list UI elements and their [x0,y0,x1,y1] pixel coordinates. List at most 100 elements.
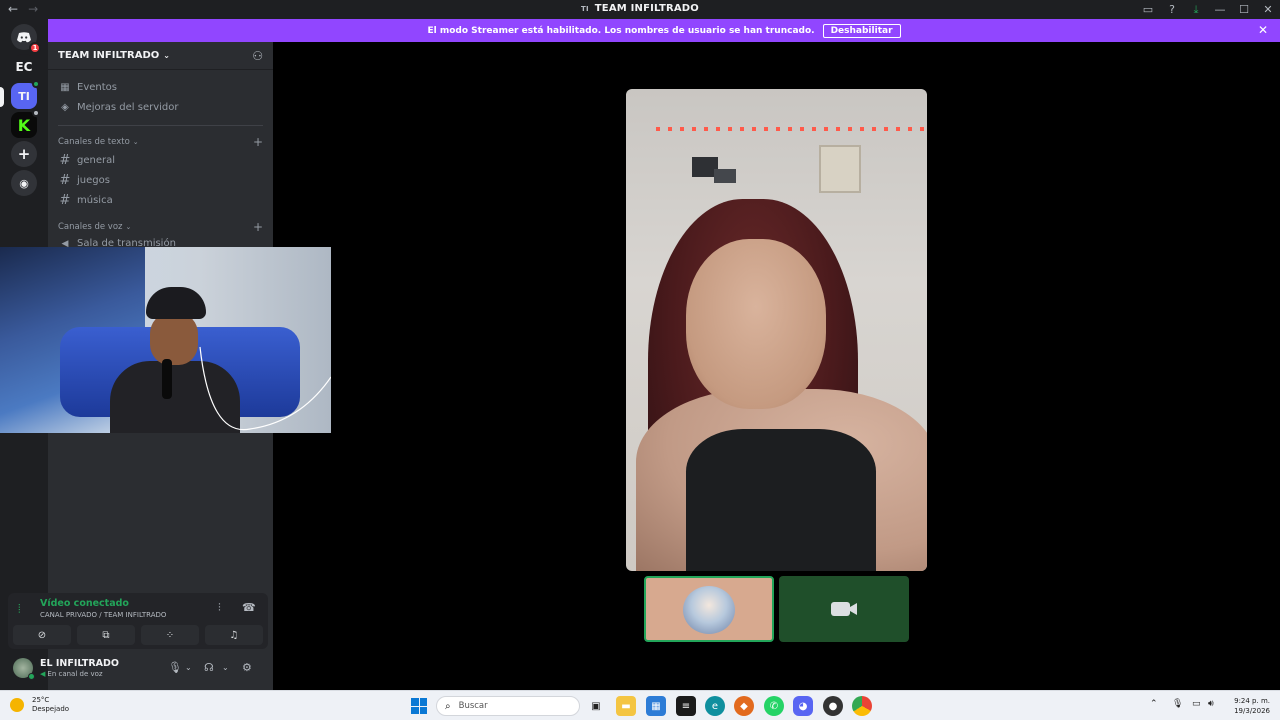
string-lights [656,127,927,131]
calendar-icon: ▦ [60,82,70,93]
chevron-down-icon[interactable]: ⌄ [222,663,229,672]
start-button[interactable] [411,698,427,714]
category-voice-channels[interactable]: Canales de voz ⌄ + [58,220,263,234]
server-ti-label: TI [18,89,30,103]
close-button[interactable]: ✕ [1256,3,1280,16]
remote-video-feed[interactable] [626,89,927,571]
close-icon[interactable]: ✕ [1258,23,1268,37]
voice-channel-path[interactable]: CANAL PRIVADO / TEAM INFILTRADO [40,611,166,619]
search-icon: ⌕ [445,700,451,712]
voice-status[interactable]: Vídeo conectado [40,598,129,609]
add-channel-icon[interactable]: + [253,135,263,149]
app-icon[interactable]: ● [823,696,843,716]
server-ec[interactable]: EC [11,54,37,80]
hash-icon: # [59,173,71,188]
participant-tile-avatar[interactable] [644,576,774,642]
clock-date: 19/3/2026 [1234,707,1270,715]
taskbar-search[interactable]: ⌕ Buscar [436,696,580,716]
sidebar-item-label: Eventos [77,82,117,93]
video-camera-icon [831,602,857,616]
kick-logo-icon: K [17,115,31,135]
chrome-browser-icon[interactable] [852,696,872,716]
channel-label: general [77,155,116,166]
settings-gear-icon[interactable]: ⚙ [242,661,252,674]
noise-suppression-icon[interactable]: ⫶ [218,601,221,615]
sidebar-item-server-boosts[interactable]: ◈ Mejoras del servidor [58,102,178,113]
explore-servers-button[interactable]: ◉ [11,170,37,196]
avatar [683,586,735,634]
file-explorer-icon[interactable]: ▬ [616,696,636,716]
participant-tile-camera[interactable] [779,576,909,642]
help-icon[interactable]: ? [1160,3,1184,16]
weather-widget[interactable]: 25°C Despejado [10,696,69,714]
category-label: Canales de voz [58,222,123,232]
invite-people-icon[interactable]: ⚇ [252,49,263,63]
microsoft-store-icon[interactable]: ▦ [646,696,666,716]
online-status-icon [28,673,35,680]
chevron-down-icon[interactable]: ⌄ [185,663,192,672]
add-server-button[interactable]: + [11,141,37,167]
chevron-down-icon: ⌄ [125,223,132,231]
channel-juegos[interactable]: # juegos [58,173,110,188]
discord-taskbar-icon[interactable]: ◕ [793,696,813,716]
server-title-icon: TI [580,5,589,13]
category-text-channels[interactable]: Canales de texto ⌄ + [58,135,263,149]
server-kick[interactable]: K [11,109,40,138]
soundboard-button[interactable]: ♫ [205,625,263,645]
hash-icon: # [59,193,71,208]
inbox-icon[interactable]: ▭ [1136,3,1160,16]
headphones-icon[interactable]: ☊ [204,661,214,674]
windows-taskbar: 25°C Despejado ⌕ Buscar ▣ ▬ ▦ ≡ e ◆ ✆ ◕ … [0,690,1280,720]
add-channel-icon[interactable]: + [253,220,263,234]
volume-icon[interactable]: 🔊︎ [1208,699,1214,709]
download-icon[interactable]: ⤓ [1184,3,1208,17]
notification-badge: 1 [29,42,41,54]
signal-icon[interactable]: ⦙ [18,602,21,617]
weather-text: 25°C Despejado [32,696,69,714]
disconnect-icon[interactable]: ☎ [242,601,256,614]
channel-musica[interactable]: # música [58,193,113,208]
voice-connection-panel: ⦙ Vídeo conectado CANAL PRIVADO / TEAM I… [8,593,268,649]
server-team-infiltrado[interactable]: TI [11,80,40,109]
terminal-icon[interactable]: ≡ [676,696,696,716]
sidebar-item-events[interactable]: ▦ Eventos [58,82,117,93]
window-controls: ▭ ? ⤓ — ☐ ✕ [1136,0,1280,19]
task-view-icon[interactable]: ▣ [586,696,606,716]
weather-condition: Despejado [32,705,70,713]
system-clock[interactable]: 9:24 p. m. 19/3/2026 [1234,696,1270,716]
hash-icon: # [59,153,71,168]
maximize-button[interactable]: ☐ [1232,3,1256,16]
chevron-down-icon: ⌄ [132,138,139,146]
title-bar: ← → TI TEAM INFILTRADO ▭ ? ⤓ — ☐ ✕ [0,0,1280,19]
screen-share-icon: ⧉ [102,629,110,641]
discord-home-button[interactable]: 1 [11,24,41,54]
channel-general[interactable]: # general [58,153,115,168]
microphone-tray-icon[interactable]: 🎙︎ [1172,699,1183,709]
activities-button[interactable]: ⁘ [141,625,199,645]
whatsapp-icon[interactable]: ✆ [764,696,784,716]
network-icon[interactable]: ▭ [1192,699,1201,709]
minimize-button[interactable]: — [1208,3,1232,16]
toggle-camera-button[interactable]: ⊘ [13,625,71,645]
brave-browser-icon[interactable]: ◆ [734,696,754,716]
microphone-icon[interactable]: 🎙︎ [168,661,182,674]
edge-browser-icon[interactable]: e [705,696,725,716]
windows-logo-icon [411,698,419,706]
disable-streamer-mode-button[interactable]: Deshabilitar [822,23,901,38]
window-title-text: TEAM INFILTRADO [594,3,700,14]
streamer-mode-message: El modo Streamer está habilitado. Los no… [427,25,815,36]
soundboard-icon: ♫ [229,629,239,641]
share-screen-button[interactable]: ⧉ [77,625,135,645]
divider [58,125,263,126]
clock-time: 9:24 p. m. [1234,697,1270,705]
show-hidden-icons-icon[interactable]: ⌃ [1150,699,1158,709]
server-header[interactable]: TEAM INFILTRADO ⌄ ⚇ [48,42,273,70]
voice-indicator-icon [32,80,40,88]
compass-icon: ◉ [19,176,29,190]
plus-icon: + [17,145,31,163]
username[interactable]: EL INFILTRADO [40,658,119,669]
temperature: 25°C [32,696,50,704]
active-server-pill [0,87,4,107]
search-placeholder: Buscar [458,701,488,711]
user-status-text: En canal de voz [47,670,103,678]
